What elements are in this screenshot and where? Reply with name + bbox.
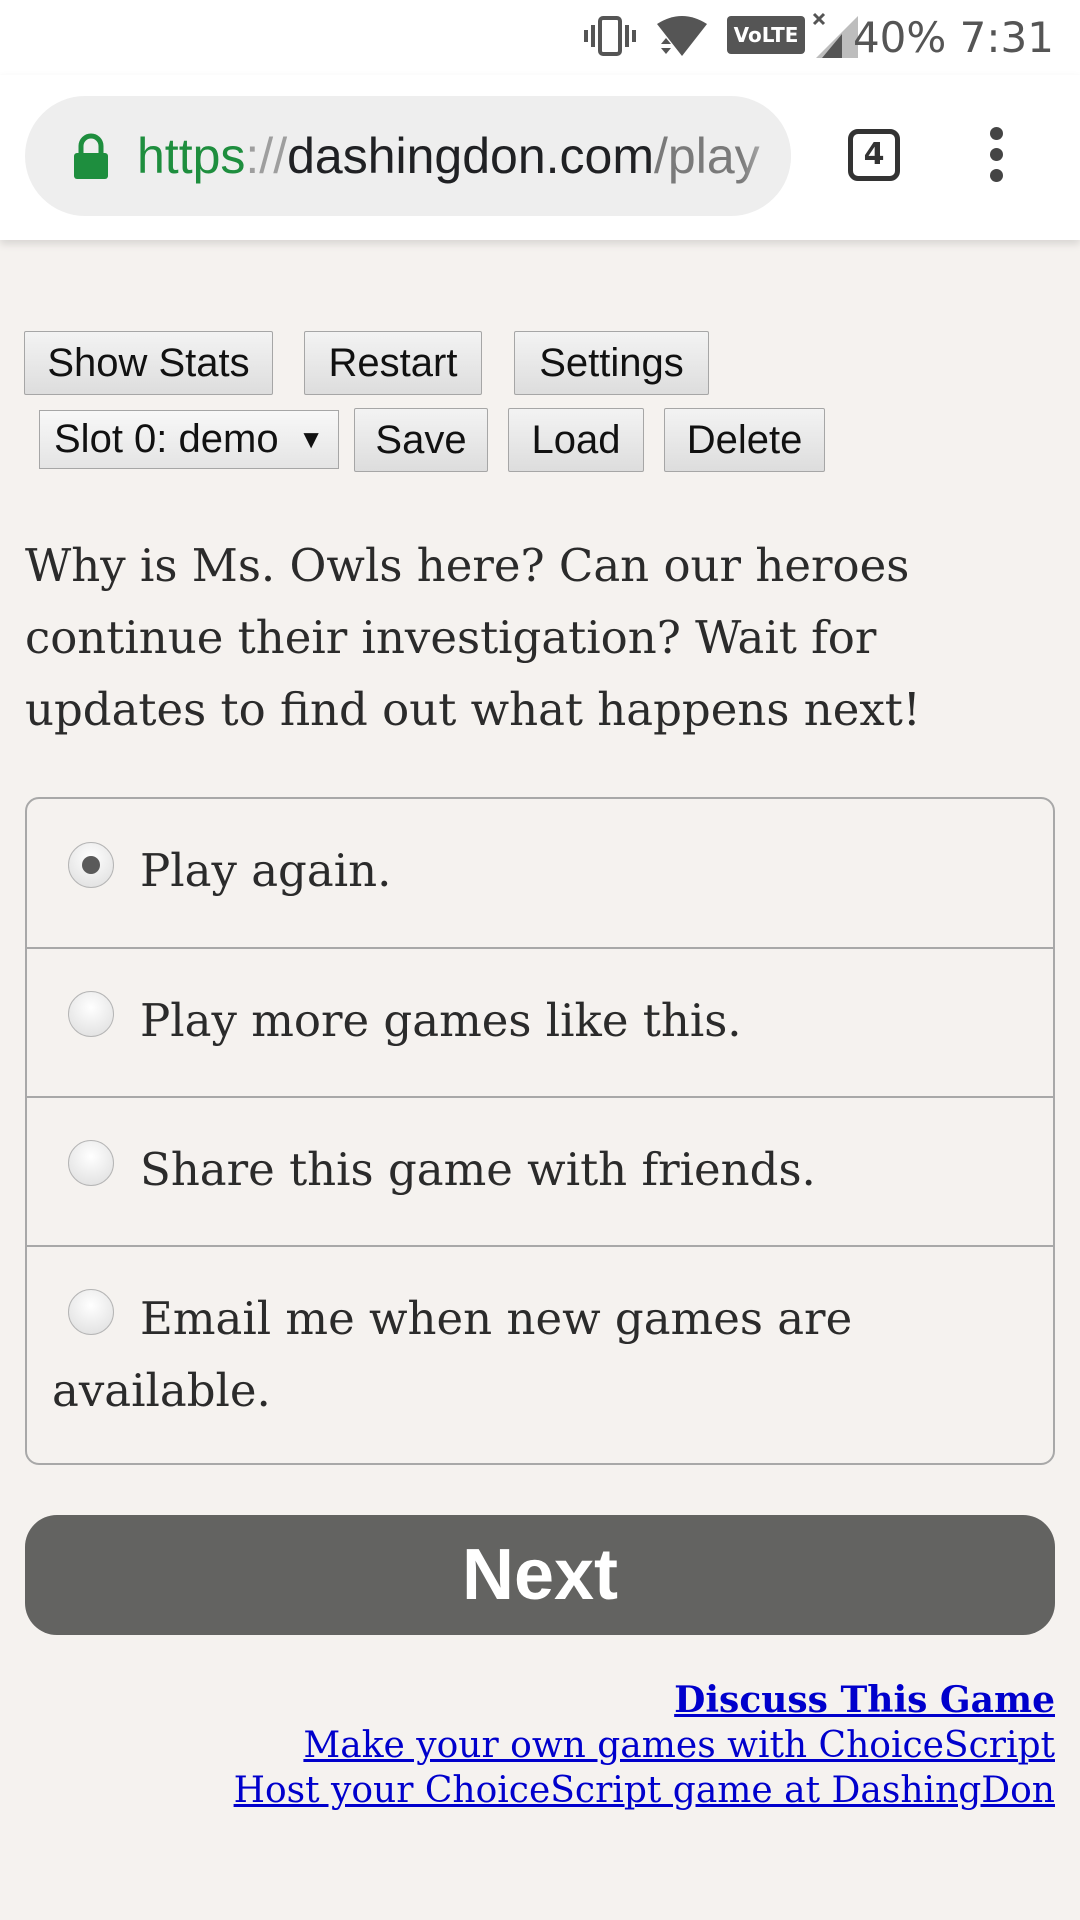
choice-option[interactable]: Email me when new games are available. <box>27 1245 1053 1463</box>
save-slot-value: Slot 0: demo <box>54 417 279 461</box>
url-scheme: https <box>137 128 246 184</box>
tab-switcher-button[interactable]: 4 <box>848 129 900 181</box>
battery-percent: 40% <box>852 13 947 62</box>
menu-dot <box>990 148 1003 161</box>
choice-label: Play more games like this. <box>140 994 742 1047</box>
load-button[interactable]: Load <box>508 408 644 472</box>
choicescript-link[interactable]: Make your own games with ChoiceScript <box>234 1723 1055 1768</box>
choice-label: Email me when new games are available. <box>52 1292 853 1417</box>
clock: 7:31 <box>959 13 1054 62</box>
story-text: Why is Ms. Owls here? Can our heroes con… <box>25 539 921 736</box>
vibrate-icon <box>584 16 636 56</box>
volte-icon: VoLTE <box>727 16 805 54</box>
delete-button[interactable]: Delete <box>664 408 825 472</box>
dropdown-arrow-icon: ▼ <box>298 424 324 454</box>
dashingdon-host-link[interactable]: Host your ChoiceScript game at DashingDo… <box>234 1768 1055 1813</box>
radio-dot-icon <box>82 856 100 874</box>
choice-option[interactable]: Play again. <box>27 799 1053 947</box>
url-fade <box>741 96 791 216</box>
discuss-game-link[interactable]: Discuss This Game <box>234 1678 1055 1723</box>
radio-button[interactable] <box>68 1140 114 1186</box>
choice-option[interactable]: Play more games like this. <box>27 947 1053 1096</box>
url-separator: :// <box>245 128 288 184</box>
next-button[interactable]: Next <box>25 1515 1055 1635</box>
lock-icon <box>74 133 108 179</box>
status-text: 40% 7:31 <box>853 8 1054 68</box>
save-button[interactable]: Save <box>354 408 488 472</box>
wifi-icon <box>657 16 707 56</box>
show-stats-button[interactable]: Show Stats <box>24 331 273 395</box>
radio-button-selected[interactable] <box>68 842 114 888</box>
radio-button[interactable] <box>68 991 114 1037</box>
overflow-menu-icon[interactable] <box>976 127 1016 183</box>
choice-option[interactable]: Share this game with friends. <box>27 1096 1053 1245</box>
menu-dot <box>990 127 1003 140</box>
status-bar: VoLTE 40% 7:31 <box>0 0 1080 75</box>
footer-links: Discuss This Game Make your own games wi… <box>234 1678 1055 1813</box>
choice-label: Share this game with friends. <box>140 1143 816 1196</box>
choice-list: Play again. Play more games like this. S… <box>25 797 1055 1465</box>
url-host: dashingdon.com <box>287 128 655 184</box>
url-text: https://dashingdon.com/play <box>137 96 760 216</box>
choice-label: Play again. <box>140 844 392 897</box>
save-slot-select[interactable]: Slot 0: demo ▼ <box>39 410 339 469</box>
menu-dot <box>990 169 1003 182</box>
browser-toolbar: https://dashingdon.com/play 4 <box>0 75 1080 240</box>
address-bar[interactable]: https://dashingdon.com/play <box>25 96 791 216</box>
settings-button[interactable]: Settings <box>514 331 709 395</box>
restart-button[interactable]: Restart <box>304 331 482 395</box>
